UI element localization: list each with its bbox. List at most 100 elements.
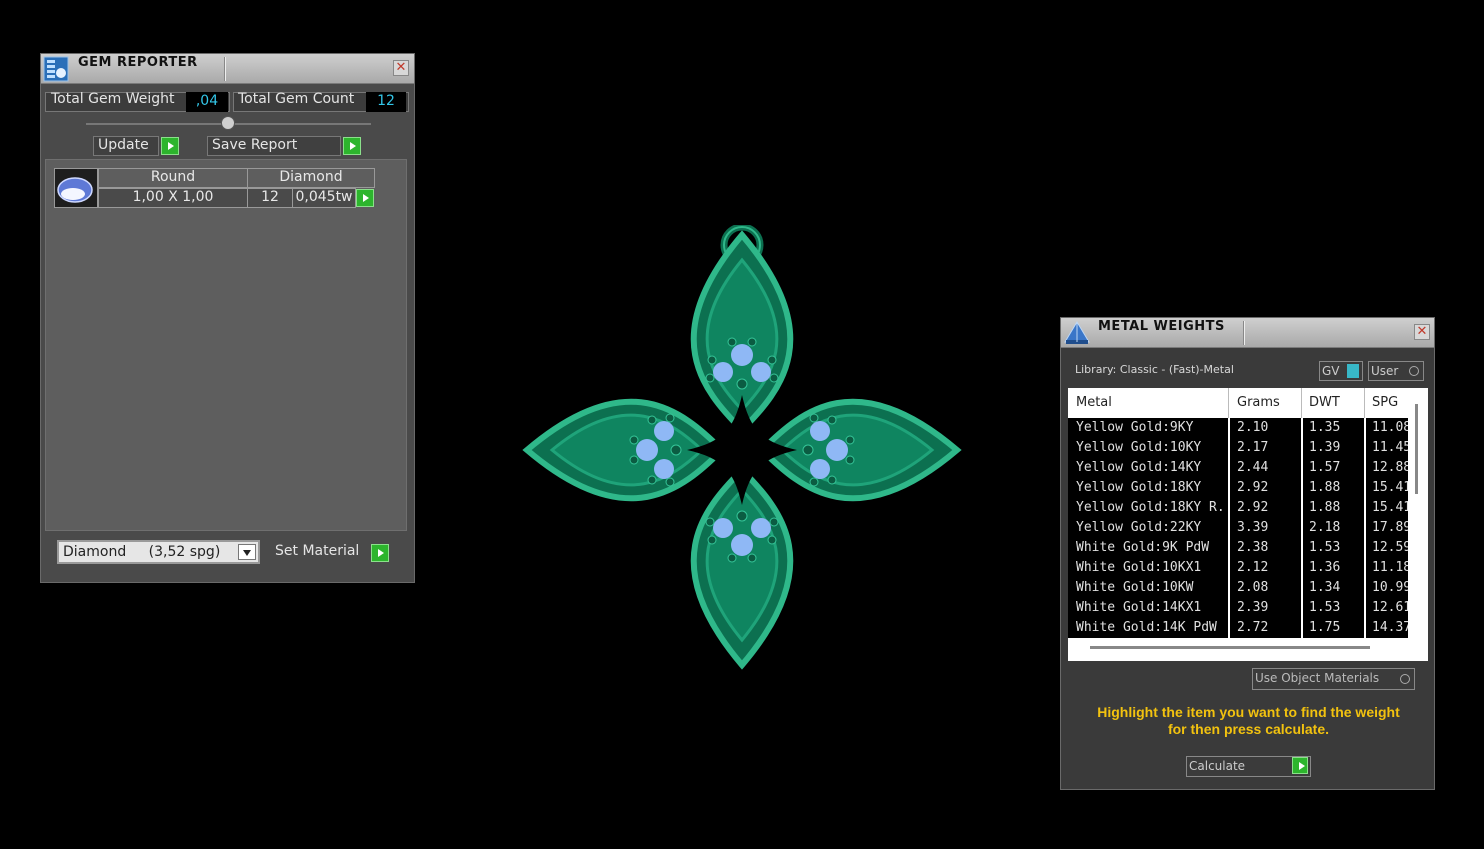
- spg-cell: 12.88: [1372, 460, 1408, 475]
- gem-reporter-titlebar[interactable]: GEM REPORTER ✕: [41, 54, 414, 84]
- spg-cell: 11.45: [1372, 440, 1408, 455]
- cell-divider: [1364, 558, 1366, 578]
- cell-divider: [1228, 478, 1230, 498]
- gem-material-cell: Diamond: [247, 168, 375, 188]
- grams-cell: 2.12: [1237, 560, 1269, 575]
- gv-toggle[interactable]: GV: [1319, 361, 1363, 381]
- cell-divider: [1364, 598, 1366, 618]
- spg-cell: 15.41: [1372, 480, 1408, 495]
- table-row[interactable]: White Gold:14KX1 2.39 1.53 12.61: [1068, 598, 1408, 618]
- calculate-button[interactable]: Calculate: [1186, 756, 1311, 777]
- dwt-cell: 1.88: [1309, 480, 1341, 495]
- column-header-spg[interactable]: SPG: [1372, 395, 1398, 410]
- gem-shape-cell: Round: [98, 168, 248, 188]
- table-row[interactable]: White Gold:10KW 2.08 1.34 10.99: [1068, 578, 1408, 598]
- instruction-line-2: for then press calculate.: [1167, 721, 1330, 737]
- gv-toggle-indicator: [1347, 364, 1359, 378]
- cell-divider: [1301, 498, 1303, 518]
- cell-divider: [1364, 518, 1366, 538]
- spg-cell: 17.89: [1372, 520, 1408, 535]
- cell-divider: [1364, 438, 1366, 458]
- vertical-scrollbar[interactable]: [1415, 404, 1418, 494]
- table-row[interactable]: Yellow Gold:10KY 2.17 1.39 11.45: [1068, 438, 1408, 458]
- metal-name-cell: White Gold:10KX1: [1076, 560, 1202, 575]
- user-toggle[interactable]: User: [1368, 361, 1424, 381]
- table-row[interactable]: Yellow Gold:18KY 2.92 1.88 15.41: [1068, 478, 1408, 498]
- column-divider: [1364, 388, 1365, 418]
- metal-name-cell: Yellow Gold:22KY: [1076, 520, 1202, 535]
- metal-weights-titlebar[interactable]: METAL WEIGHTS ✕: [1061, 318, 1434, 348]
- cell-divider: [1364, 618, 1366, 638]
- cell-divider: [1228, 598, 1230, 618]
- table-row[interactable]: Yellow Gold:14KY 2.44 1.57 12.88: [1068, 458, 1408, 478]
- column-header-dwt[interactable]: DWT: [1309, 395, 1340, 410]
- metal-name-cell: Yellow Gold:18KY: [1076, 480, 1202, 495]
- gem-row-arrow-icon[interactable]: [356, 189, 374, 207]
- material-select[interactable]: Diamond (3,52 spg): [57, 540, 260, 564]
- cell-divider: [1301, 618, 1303, 638]
- table-row[interactable]: White Gold:9K PdW 2.38 1.53 12.59: [1068, 538, 1408, 558]
- metal-table-header: Metal Grams DWT SPG: [1068, 388, 1408, 418]
- metal-name-cell: White Gold:14K PdW: [1076, 620, 1217, 635]
- radio-icon: [1400, 674, 1410, 684]
- gem-weight-cell: 0,045tw: [292, 188, 356, 208]
- set-material-button[interactable]: Set Material: [271, 543, 391, 563]
- cell-divider: [1301, 458, 1303, 478]
- table-row[interactable]: Yellow Gold:9KY 2.10 1.35 11.08: [1068, 418, 1408, 438]
- spg-cell: 10.99: [1372, 580, 1408, 595]
- weight-slider-handle[interactable]: [221, 116, 235, 130]
- metal-weights-close-icon[interactable]: ✕: [1414, 324, 1430, 340]
- cell-divider: [1301, 578, 1303, 598]
- spg-cell: 11.18: [1372, 560, 1408, 575]
- play-arrow-icon: [161, 137, 179, 155]
- gem-reporter-title: GEM REPORTER: [78, 55, 198, 70]
- grams-cell: 2.17: [1237, 440, 1269, 455]
- update-button[interactable]: Update: [93, 136, 181, 156]
- dwt-cell: 1.39: [1309, 440, 1341, 455]
- cell-divider: [1228, 458, 1230, 478]
- cell-divider: [1228, 498, 1230, 518]
- spg-cell: 12.59: [1372, 540, 1408, 555]
- grams-cell: 3.39: [1237, 520, 1269, 535]
- metal-name-cell: White Gold:10KW: [1076, 580, 1194, 595]
- round-gem-icon: [54, 168, 98, 208]
- gem-reporter-close-icon[interactable]: ✕: [393, 60, 409, 76]
- total-gem-weight-value: ,04: [186, 92, 228, 112]
- instruction-line-1: Highlight the item you want to find the …: [1097, 704, 1400, 720]
- gv-toggle-label: GV: [1322, 364, 1340, 378]
- cell-divider: [1301, 418, 1303, 438]
- dwt-cell: 1.34: [1309, 580, 1341, 595]
- use-object-materials-toggle[interactable]: Use Object Materials: [1252, 668, 1415, 690]
- titlebar-divider: [224, 57, 225, 81]
- total-gem-count-label: Total Gem Count: [238, 91, 355, 107]
- metal-name-cell: Yellow Gold:14KY: [1076, 460, 1202, 475]
- grams-cell: 2.39: [1237, 600, 1269, 615]
- chevron-down-icon[interactable]: [238, 544, 256, 560]
- table-row[interactable]: White Gold:14K PdW 2.72 1.75 14.37: [1068, 618, 1408, 638]
- dwt-cell: 1.88: [1309, 500, 1341, 515]
- table-row[interactable]: Yellow Gold:18KY R... 2.92 1.88 15.41: [1068, 498, 1408, 518]
- metal-name-cell: Yellow Gold:9KY: [1076, 420, 1194, 435]
- gem-count-cell: 12: [247, 188, 293, 208]
- cell-divider: [1364, 418, 1366, 438]
- cell-divider: [1301, 558, 1303, 578]
- cell-divider: [1228, 618, 1230, 638]
- cell-divider: [1364, 478, 1366, 498]
- material-select-spg: (3,52 spg): [148, 544, 221, 560]
- grams-cell: 2.44: [1237, 460, 1269, 475]
- table-row[interactable]: Yellow Gold:22KY 3.39 2.18 17.89: [1068, 518, 1408, 538]
- column-header-metal[interactable]: Metal: [1076, 395, 1112, 410]
- cell-divider: [1228, 438, 1230, 458]
- cell-divider: [1364, 498, 1366, 518]
- dwt-cell: 1.75: [1309, 620, 1341, 635]
- spg-cell: 14.37: [1372, 620, 1408, 635]
- column-header-grams[interactable]: Grams: [1237, 395, 1280, 410]
- library-label: Library: Classic - (Fast)-Metal: [1075, 363, 1234, 376]
- calculate-button-label: Calculate: [1189, 759, 1246, 773]
- column-divider: [1301, 388, 1302, 418]
- dwt-cell: 1.57: [1309, 460, 1341, 475]
- save-report-button[interactable]: Save Report: [207, 136, 363, 156]
- horizontal-scrollbar[interactable]: [1090, 646, 1370, 649]
- grams-cell: 2.38: [1237, 540, 1269, 555]
- table-row[interactable]: White Gold:10KX1 2.12 1.36 11.18: [1068, 558, 1408, 578]
